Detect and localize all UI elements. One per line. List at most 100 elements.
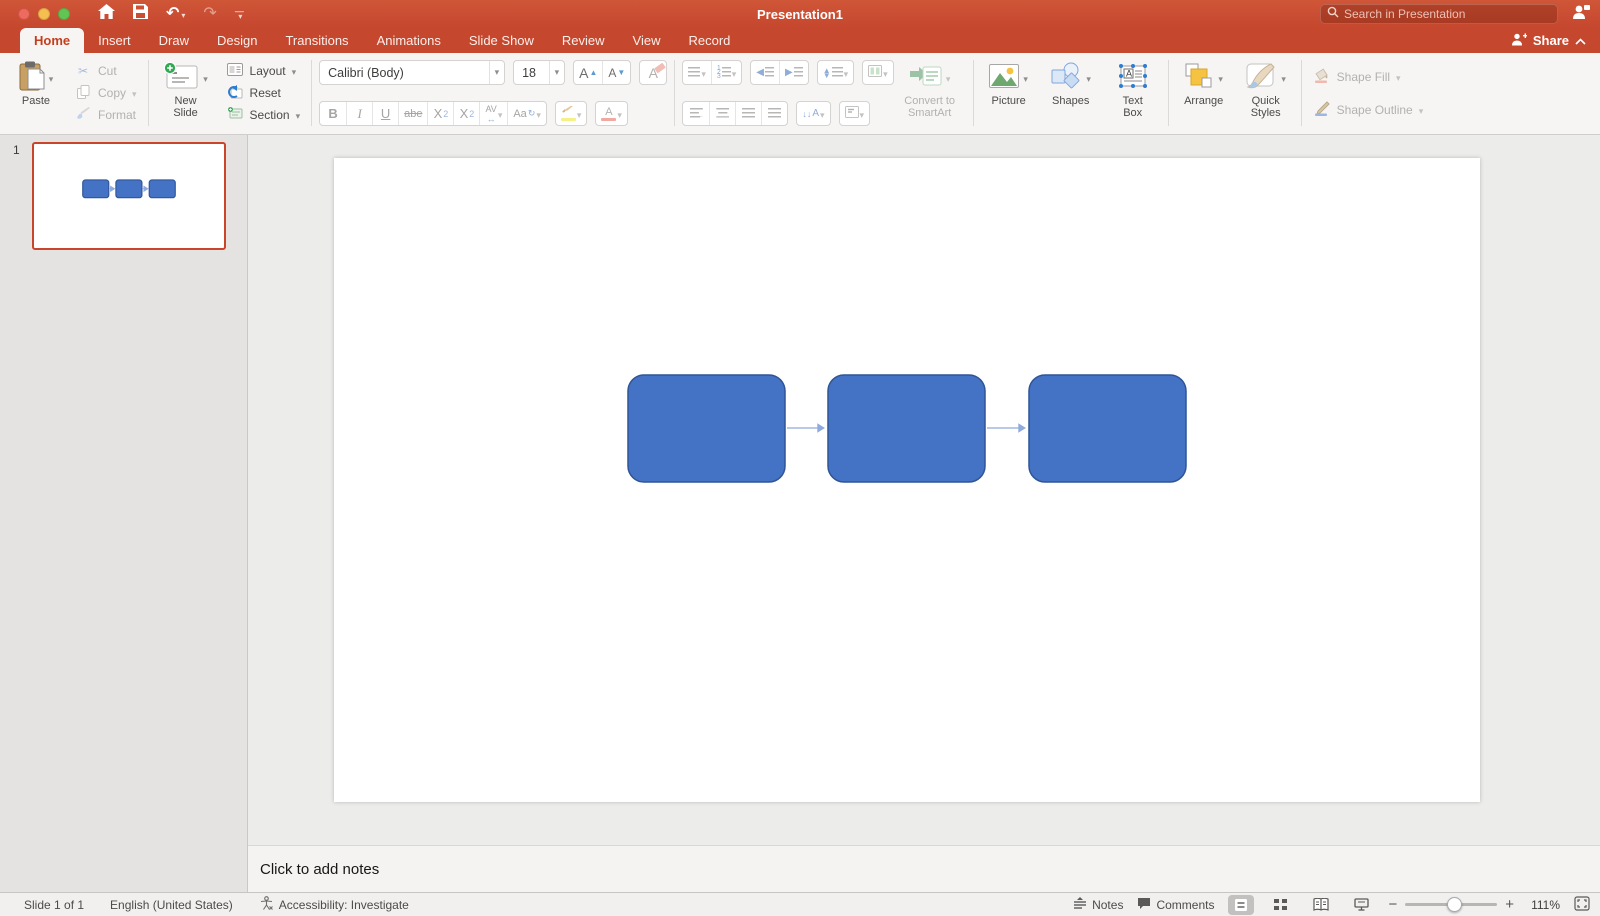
align-text-button[interactable] (840, 102, 870, 125)
slide-thumbnail[interactable] (32, 142, 226, 250)
notes-toggle-button[interactable]: Notes (1073, 897, 1123, 912)
clear-formatting-button[interactable]: A (640, 61, 666, 84)
accessibility-status[interactable]: Accessibility: Investigate (259, 896, 409, 914)
shape-outline-button[interactable]: Shape Outline (1309, 99, 1428, 121)
collapse-ribbon-icon[interactable] (1575, 33, 1586, 48)
comments-button[interactable]: Comments (1137, 897, 1214, 913)
underline-button[interactable]: U (372, 102, 398, 125)
slide-editing-surface[interactable] (334, 158, 1480, 802)
reset-button[interactable]: Reset (222, 82, 305, 104)
convert-to-smartart-button[interactable]: Convert toSmartArt (894, 58, 966, 128)
new-slide-button[interactable]: NewSlide (156, 58, 216, 128)
text-box-button[interactable]: A TextBox (1105, 58, 1161, 128)
tab-design[interactable]: Design (203, 28, 271, 53)
new-slide-label: NewSlide (173, 95, 197, 119)
arrange-dropdown-caret[interactable] (1218, 69, 1223, 87)
paste-button[interactable]: Paste (8, 58, 64, 128)
format-painter-button[interactable]: Format (70, 104, 141, 126)
justify-button[interactable] (761, 102, 787, 125)
tab-home[interactable]: Home (20, 28, 84, 53)
quick-styles-button[interactable]: QuickStyles (1238, 58, 1294, 128)
zoom-percentage[interactable]: 111% (1528, 898, 1560, 912)
bold-button[interactable]: B (320, 102, 346, 125)
tab-insert[interactable]: Insert (84, 28, 145, 53)
shapes-button[interactable]: Shapes (1043, 58, 1099, 128)
rounded-rectangle-shape[interactable] (149, 180, 175, 198)
rounded-rectangle-shape[interactable] (628, 375, 785, 482)
align-center-button[interactable] (709, 102, 735, 125)
home-icon[interactable] (98, 4, 115, 24)
shapes-dropdown-caret[interactable] (1086, 69, 1091, 87)
section-button[interactable]: Section (222, 104, 305, 126)
italic-button[interactable]: I (346, 102, 372, 125)
font-color-button[interactable]: A (596, 102, 627, 125)
new-slide-dropdown-caret[interactable] (203, 69, 208, 87)
account-icon[interactable] (1572, 4, 1590, 25)
cut-button[interactable]: ✂ Cut (70, 60, 141, 82)
tab-slide-show[interactable]: Slide Show (455, 28, 548, 53)
picture-dropdown-caret[interactable] (1023, 69, 1028, 87)
zoom-slider[interactable] (1405, 903, 1497, 906)
copy-button[interactable]: Copy (70, 82, 141, 104)
layout-button[interactable]: Layout (222, 60, 305, 82)
zoom-out-button[interactable]: − (1388, 896, 1397, 913)
tab-record[interactable]: Record (675, 28, 745, 53)
arrange-button[interactable]: Arrange (1176, 58, 1232, 128)
picture-button[interactable]: Picture (981, 58, 1037, 128)
minimize-window-button[interactable] (38, 8, 50, 20)
tab-draw[interactable]: Draw (145, 28, 203, 53)
rounded-rectangle-shape[interactable] (1029, 375, 1186, 482)
paste-dropdown-caret[interactable] (49, 69, 54, 87)
subscript-button[interactable]: X2 (453, 102, 479, 125)
fit-slide-to-window-button[interactable] (1574, 896, 1590, 914)
tab-review[interactable]: Review (548, 28, 619, 53)
strikethrough-button[interactable]: abe (398, 102, 427, 125)
align-left-button[interactable] (683, 102, 709, 125)
font-name-combobox[interactable]: Calibri (Body) (319, 60, 505, 85)
slide-show-button[interactable] (1348, 895, 1374, 915)
notes-pane[interactable]: Click to add notes (248, 845, 1600, 892)
normal-view-button[interactable] (1228, 895, 1254, 915)
font-name-caret (489, 61, 505, 84)
superscript-button[interactable]: X2 (427, 102, 453, 125)
font-size-combobox[interactable]: 18 (513, 60, 565, 85)
character-spacing-button[interactable]: AV↔ (479, 102, 507, 125)
undo-button[interactable]: ↶▾ (166, 5, 185, 23)
notes-toggle-label: Notes (1092, 898, 1123, 912)
decrease-indent-button[interactable]: ◀ (751, 61, 779, 84)
customize-toolbar-icon[interactable]: —▾ (235, 9, 244, 19)
share-button[interactable]: Share (1511, 33, 1586, 49)
rounded-rectangle-shape[interactable] (83, 180, 109, 198)
align-right-button[interactable] (735, 102, 761, 125)
tab-animations[interactable]: Animations (363, 28, 455, 53)
zoom-window-button[interactable] (58, 8, 70, 20)
zoom-in-button[interactable]: + (1505, 896, 1514, 913)
increase-font-size-button[interactable]: A▲ (574, 61, 602, 84)
save-icon[interactable] (133, 4, 148, 24)
zoom-slider-thumb[interactable] (1447, 897, 1462, 912)
bullets-button[interactable] (683, 61, 711, 84)
search-input[interactable] (1344, 7, 1551, 21)
rounded-rectangle-shape[interactable] (116, 180, 142, 198)
redo-icon[interactable]: ↷ (203, 6, 216, 22)
search-box[interactable] (1320, 4, 1558, 24)
tab-view[interactable]: View (619, 28, 675, 53)
text-highlight-button[interactable] (556, 102, 587, 125)
decrease-font-size-button[interactable]: A▼ (602, 61, 630, 84)
line-spacing-button[interactable]: ▲▼ (818, 61, 853, 84)
format-brush-icon (74, 107, 92, 123)
change-case-button[interactable]: Aa↻ (507, 102, 546, 125)
notes-placeholder[interactable]: Click to add notes (260, 861, 379, 878)
language-indicator[interactable]: English (United States) (110, 898, 233, 912)
text-direction-button[interactable]: ↓↓A (797, 102, 829, 125)
tab-transitions[interactable]: Transitions (271, 28, 362, 53)
numbering-button[interactable]: 123 (711, 61, 741, 84)
close-window-button[interactable] (18, 8, 30, 20)
reading-view-button[interactable] (1308, 895, 1334, 915)
shape-fill-button[interactable]: Shape Fill (1309, 66, 1428, 88)
columns-button[interactable] (863, 61, 893, 84)
quick-styles-dropdown-caret[interactable] (1281, 69, 1286, 87)
slide-sorter-view-button[interactable] (1268, 895, 1294, 915)
increase-indent-button[interactable]: ▶ (779, 61, 808, 84)
rounded-rectangle-shape[interactable] (828, 375, 985, 482)
